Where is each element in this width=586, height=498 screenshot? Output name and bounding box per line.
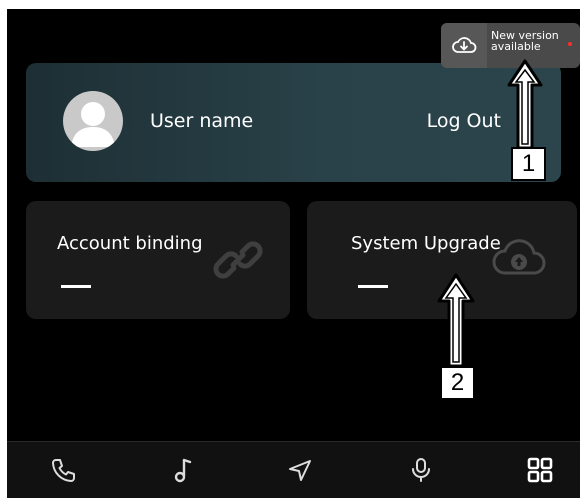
app-screen: User name Log Out Account binding System… xyxy=(7,9,580,498)
avatar[interactable] xyxy=(63,91,123,151)
account-binding-tile[interactable]: Account binding xyxy=(26,201,290,319)
nav-music-button[interactable] xyxy=(169,456,197,484)
cloud-upload-icon xyxy=(492,239,546,275)
annotation-arrow-1 xyxy=(507,59,543,150)
nav-voice-button[interactable] xyxy=(407,456,435,484)
annotation-label-2: 2 xyxy=(440,366,475,400)
nav-phone-button[interactable] xyxy=(50,456,78,484)
music-note-icon xyxy=(174,458,192,483)
nav-navigation-button[interactable] xyxy=(286,456,314,484)
user-name-label: User name xyxy=(150,110,254,132)
navigation-arrow-icon xyxy=(289,460,311,481)
popup-line-2: available xyxy=(491,40,541,53)
popup-message: New version available xyxy=(491,30,567,52)
phone-icon xyxy=(52,459,75,482)
bottom-nav-bar xyxy=(7,442,580,498)
notification-dot xyxy=(568,42,572,46)
cloud-download-icon xyxy=(452,37,477,53)
annotation-arrow-2 xyxy=(437,273,475,368)
microphone-icon xyxy=(412,458,430,482)
app-grid-icon xyxy=(527,457,553,483)
logout-button[interactable]: Log Out xyxy=(427,110,501,132)
user-card: User name Log Out xyxy=(26,63,561,182)
system-upgrade-title: System Upgrade xyxy=(351,233,501,254)
link-icon xyxy=(213,241,263,279)
popup-icon-container xyxy=(441,23,487,68)
user-avatar-icon xyxy=(71,102,115,147)
account-binding-status xyxy=(61,285,91,288)
annotation-label-1: 1 xyxy=(511,147,546,181)
account-binding-title: Account binding xyxy=(57,233,203,254)
system-upgrade-status xyxy=(358,285,388,288)
nav-apps-button[interactable] xyxy=(526,456,554,484)
